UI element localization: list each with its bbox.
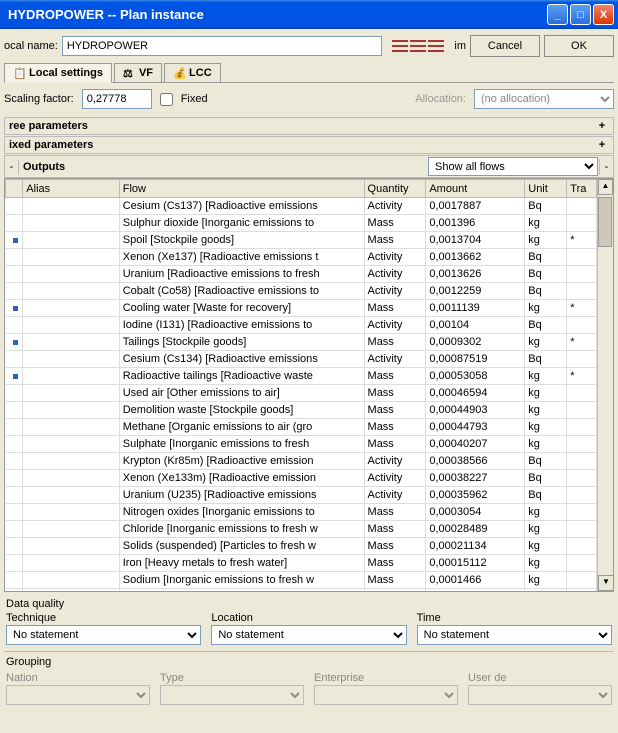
section-minus-button[interactable]: -	[599, 159, 613, 175]
technique-select[interactable]: No statement	[6, 625, 201, 645]
user-label: User de	[468, 672, 612, 684]
technique-label: Technique	[6, 612, 201, 624]
table-row[interactable]: Radioactive tailings [Radioactive wasteM…	[6, 368, 597, 385]
table-row[interactable]: Methane [Organic emissions to air (groMa…	[6, 419, 597, 436]
tab-local-settings[interactable]: 📋 Local settings	[4, 63, 112, 83]
minimize-button[interactable]: _	[547, 4, 568, 25]
table-row[interactable]: Solids (suspended) [Particles to fresh w…	[6, 538, 597, 555]
close-button[interactable]: X	[593, 4, 614, 25]
lcc-icon: 💰	[173, 67, 185, 79]
fixed-checkbox[interactable]	[160, 93, 173, 106]
scroll-up-button[interactable]: ▲	[598, 179, 613, 195]
table-row[interactable]: Nitrogen oxides [Inorganic emissions toM…	[6, 504, 597, 521]
fixed-params-header[interactable]: ixed parameters +	[4, 136, 614, 154]
window-titlebar: HYDROPOWER -- Plan instance _ □ X	[0, 0, 618, 29]
flow-filter-select[interactable]: Show all flows	[428, 157, 598, 176]
vf-icon: ⚖	[123, 67, 135, 79]
scaling-input[interactable]	[82, 89, 152, 109]
table-row[interactable]: Cesium (Cs137) [Radioactive emissionsAct…	[6, 198, 597, 215]
type-select	[160, 685, 304, 705]
table-row[interactable]: Cobalt (Co58) [Radioactive emissions toA…	[6, 283, 597, 300]
table-row[interactable]: Cobalt (Co60) [Radioactive emissions toA…	[6, 589, 597, 592]
location-select[interactable]: No statement	[211, 625, 406, 645]
table-row[interactable]: Spoil [Stockpile goods]Mass0,0013704kg*	[6, 232, 597, 249]
table-row[interactable]: Tailings [Stockpile goods]Mass0,0009302k…	[6, 334, 597, 351]
table-row[interactable]: Krypton (Kr85m) [Radioactive emissionAct…	[6, 453, 597, 470]
row-marker-icon	[13, 306, 18, 311]
align-icon-1[interactable]	[392, 39, 408, 53]
col-flow[interactable]: Flow	[119, 180, 364, 198]
tab-vf[interactable]: ⚖ VF	[114, 63, 162, 82]
collapse-icon[interactable]: -	[5, 159, 19, 175]
row-marker-icon	[13, 238, 18, 243]
table-row[interactable]: Chloride [Inorganic emissions to fresh w…	[6, 521, 597, 538]
align-icon-2[interactable]	[410, 39, 426, 53]
free-params-header[interactable]: ree parameters +	[4, 117, 614, 135]
align-icon-3[interactable]	[428, 39, 444, 53]
table-row[interactable]: Xenon (Xe133m) [Radioactive emissionActi…	[6, 470, 597, 487]
nation-label: Nation	[6, 672, 150, 684]
col-quantity[interactable]: Quantity	[364, 180, 426, 198]
scroll-thumb[interactable]	[598, 197, 612, 247]
table-row[interactable]: Used air [Other emissions to air]Mass0,0…	[6, 385, 597, 402]
ok-button[interactable]: OK	[544, 35, 614, 57]
table-row[interactable]: Iodine (I131) [Radioactive emissions toA…	[6, 317, 597, 334]
local-name-input[interactable]	[62, 36, 383, 56]
table-row[interactable]: Sulphate [Inorganic emissions to freshMa…	[6, 436, 597, 453]
time-label: Time	[417, 612, 612, 624]
table-row[interactable]: Iron [Heavy metals to fresh water]Mass0,…	[6, 555, 597, 572]
table-row[interactable]: Sulphur dioxide [Inorganic emissions toM…	[6, 215, 597, 232]
grouping-label: Grouping	[4, 654, 614, 670]
expand-icon[interactable]: +	[595, 120, 609, 132]
window-title: HYDROPOWER -- Plan instance	[4, 7, 547, 22]
col-amount[interactable]: Amount	[426, 180, 525, 198]
outputs-table: Alias Flow Quantity Amount Unit Tra Cesi…	[5, 179, 597, 591]
col-unit[interactable]: Unit	[525, 180, 567, 198]
enterprise-label: Enterprise	[314, 672, 458, 684]
enterprise-select	[314, 685, 458, 705]
row-marker-icon	[13, 340, 18, 345]
col-marker[interactable]	[6, 180, 23, 198]
col-tr[interactable]: Tra	[567, 180, 597, 198]
allocation-label: Allocation:	[415, 93, 466, 105]
maximize-button[interactable]: □	[570, 4, 591, 25]
local-name-label: ocal name:	[4, 40, 58, 52]
cancel-button[interactable]: Cancel	[470, 35, 540, 57]
im-label: im	[454, 40, 466, 52]
settings-icon: 📋	[13, 67, 25, 79]
table-row[interactable]: Cesium (Cs134) [Radioactive emissionsAct…	[6, 351, 597, 368]
type-label: Type	[160, 672, 304, 684]
outputs-label: Outputs	[19, 159, 427, 175]
fixed-label: Fixed	[181, 93, 208, 105]
table-row[interactable]: Demolition waste [Stockpile goods]Mass0,…	[6, 402, 597, 419]
col-alias[interactable]: Alias	[23, 180, 119, 198]
table-row[interactable]: Uranium [Radioactive emissions to freshA…	[6, 266, 597, 283]
data-quality-label: Data quality	[4, 596, 614, 612]
tab-lcc[interactable]: 💰 LCC	[164, 63, 221, 82]
table-row[interactable]: Sodium [Inorganic emissions to fresh wMa…	[6, 572, 597, 589]
location-label: Location	[211, 612, 406, 624]
vertical-scrollbar[interactable]: ▲ ▼	[597, 179, 613, 591]
row-marker-icon	[13, 374, 18, 379]
table-row[interactable]: Xenon (Xe137) [Radioactive emissions tAc…	[6, 249, 597, 266]
time-select[interactable]: No statement	[417, 625, 612, 645]
expand-icon[interactable]: +	[595, 139, 609, 151]
nation-select	[6, 685, 150, 705]
table-row[interactable]: Cooling water [Waste for recovery]Mass0,…	[6, 300, 597, 317]
table-row[interactable]: Uranium (U235) [Radioactive emissionsAct…	[6, 487, 597, 504]
user-select	[468, 685, 612, 705]
scaling-label: Scaling factor:	[4, 93, 74, 105]
scroll-down-button[interactable]: ▼	[598, 575, 614, 591]
allocation-select[interactable]: (no allocation)	[474, 89, 614, 109]
